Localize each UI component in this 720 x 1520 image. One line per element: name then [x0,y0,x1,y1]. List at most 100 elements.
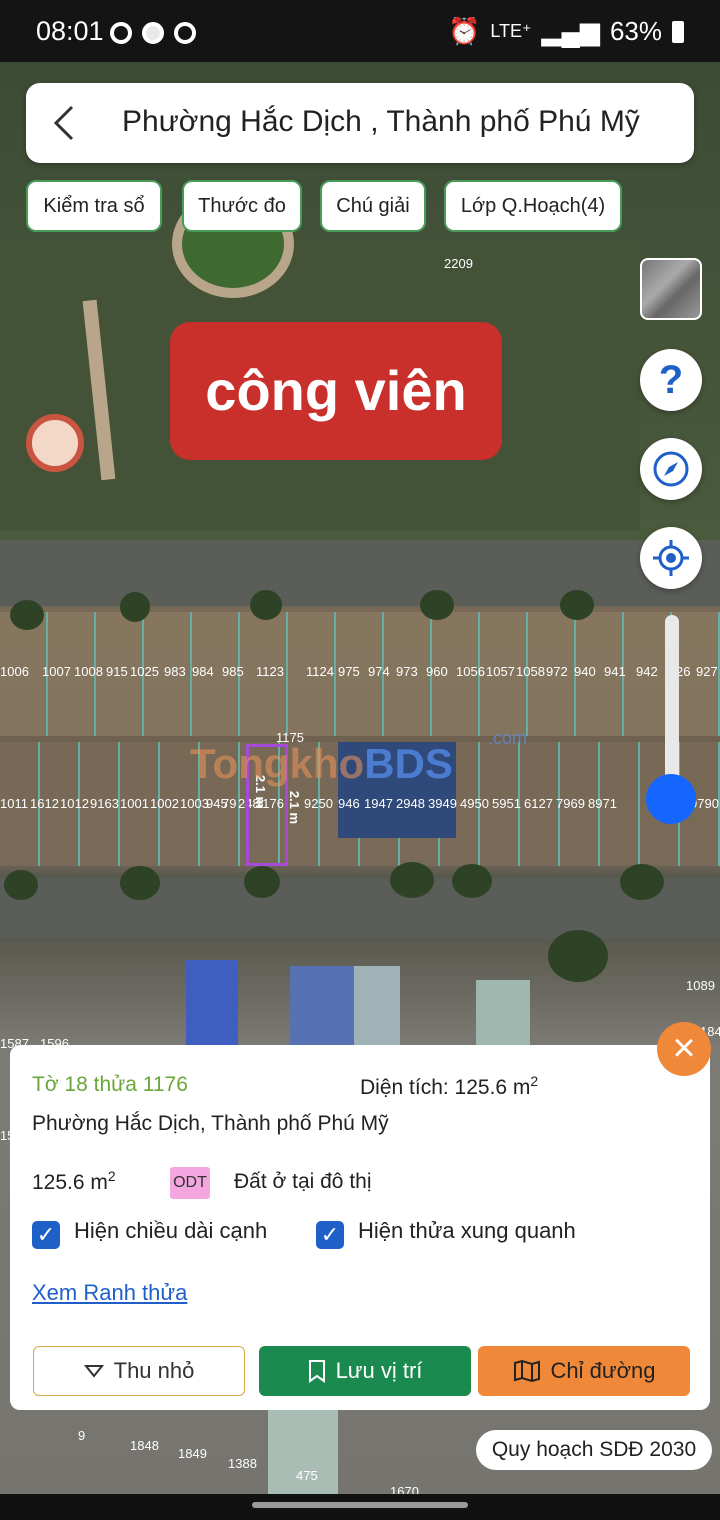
opacity-slider-thumb[interactable] [646,774,696,824]
watermark-text-b: BDS [364,740,453,787]
parcel-label: 7969 [556,796,585,811]
parcel-label: 974 [368,664,390,679]
area-summary-sup: 2 [530,1073,539,1089]
battery-icon [672,20,684,43]
help-button[interactable]: ? [640,349,702,411]
home-gesture-handle[interactable] [252,1502,468,1508]
collapse-button-label: Thu nhỏ [113,1358,195,1383]
close-icon: × [672,1026,696,1070]
compass-button[interactable] [640,438,702,500]
save-location-button[interactable]: Lưu vị trí [259,1346,471,1396]
building-blue-roof [186,960,238,1050]
app-notification-icon [174,22,196,44]
parcel-label: 946 [338,796,360,811]
tree [120,592,150,622]
tree [620,864,664,900]
area-value-text: 125.6 m [32,1171,108,1194]
parcel-label: 1007 [42,664,71,679]
parcel-label: 942 [636,664,658,679]
collapse-button[interactable]: Thu nhỏ [33,1346,245,1396]
back-button[interactable] [44,101,88,145]
parcel-label: 2948 [396,796,425,811]
parcel-label: 973 [396,664,418,679]
parcel-label: 972 [546,664,568,679]
parcel-label: 1849 [178,1446,207,1461]
parcel-label: 1947 [364,796,393,811]
edge-length-label: 2.1 m [287,790,303,825]
parcel-row-1-labels: 1006 1007 1008 915 1025 983 984 985 1123… [0,664,720,682]
location-title: Phường Hắc Dịch , Thành phố Phú Mỹ [122,105,640,138]
tree [452,864,492,898]
road-2 [0,878,720,938]
parcel-label: 975 [338,664,360,679]
park-pavilion [26,414,84,472]
view-parcel-boundary-link[interactable]: Xem Ranh thửa [32,1280,187,1306]
parcel-label: 79 [222,796,237,811]
parcel-label: 1008 [74,664,103,679]
parcel-label: 960 [426,664,448,679]
parcel-address: Phường Hắc Dịch, Thành phố Phú Mỹ [32,1112,389,1135]
alarm-icon: ⏰ [447,16,481,46]
battery-percent: 63% [609,16,662,46]
parcel-label: 3949 [428,796,457,811]
area-summary-text: Diện tích: 125.6 m [360,1076,531,1099]
building-roof-2 [290,966,356,1050]
parcel-label: 1011 [0,796,28,811]
signal-icon: ▂▄▆ [541,16,600,46]
question-icon: ? [658,357,684,402]
area-summary: Diện tích: 125.6 m2 [360,1073,538,1100]
map-icon [513,1359,540,1383]
my-location-button[interactable] [640,527,702,589]
parcel-label: 1123 [256,664,284,679]
tree [120,866,160,900]
network-type: LTE⁺ [490,21,532,41]
tree [560,590,594,620]
tree [548,930,608,982]
parcel-label: 984 [192,664,214,679]
parcel-label: 1058 [516,664,545,679]
parcel-label: 8971 [588,796,617,811]
parcel-label: 1025 [130,664,159,679]
area-value: 125.6 m2 [32,1168,116,1195]
show-edge-length-checkbox[interactable]: ✓ [32,1221,60,1249]
parcel-label: 915 [106,664,128,679]
road-1 [0,540,720,606]
parcel-row-2-labels: 1011 1612 1012 9163 1001 1002 1003 945 7… [0,796,720,814]
parcel-label: 6127 [524,796,553,811]
parcel-label: 1089 [686,978,715,993]
show-edge-length-label: Hiện chiều dài cạnh [74,1218,268,1243]
tree [250,590,282,620]
parcel-label: 1001 [120,796,149,811]
parcel-label: 1388 [228,1456,257,1471]
back-arrow-icon [53,105,74,141]
legend-button[interactable]: Chú giải [320,180,426,232]
land-code-badge: ODT [170,1167,210,1199]
save-location-button-label: Lưu vị trí [335,1358,423,1383]
check-title-deed-button[interactable]: Kiểm tra sổ [26,180,162,232]
directions-button-label: Chỉ đường [550,1358,656,1383]
sheet-lot-number: Tờ 18 thửa 1176 [32,1073,188,1096]
tree [4,870,38,900]
directions-button[interactable]: Chỉ đường [478,1346,690,1396]
parcel-label: 985 [222,664,244,679]
show-neighbor-parcels-label: Hiện thửa xung quanh [358,1218,576,1243]
watermark-domain: .com [488,728,528,748]
planning-layers-button[interactable]: Lớp Q.Hoạch(4) [444,180,622,232]
parcel-label: 1612 [30,796,59,811]
parcel-label: 1012 [60,796,89,811]
parcel-label: 1848 [130,1438,159,1453]
show-neighbor-parcels-checkbox[interactable]: ✓ [316,1221,344,1249]
planning-layer-label[interactable]: Quy hoạch SDĐ 2030 [476,1430,712,1470]
map-layer-toggle-button[interactable] [640,258,702,320]
parcel-label: 1124 [306,664,334,679]
triangle-down-icon [83,1365,104,1378]
tree [10,600,44,630]
building-roof-3 [354,966,400,1050]
close-panel-button[interactable]: × [657,1022,711,1076]
parcel-label: 1056 [456,664,485,679]
area-value-sup: 2 [107,1168,116,1184]
status-bar: 08:01 ⏰ LTE⁺ ▂▄▆ 63% [0,0,720,62]
parcel-label: 1006 [0,664,29,679]
ruler-button[interactable]: Thước đo [182,180,302,232]
parcel-label: 4950 [460,796,489,811]
